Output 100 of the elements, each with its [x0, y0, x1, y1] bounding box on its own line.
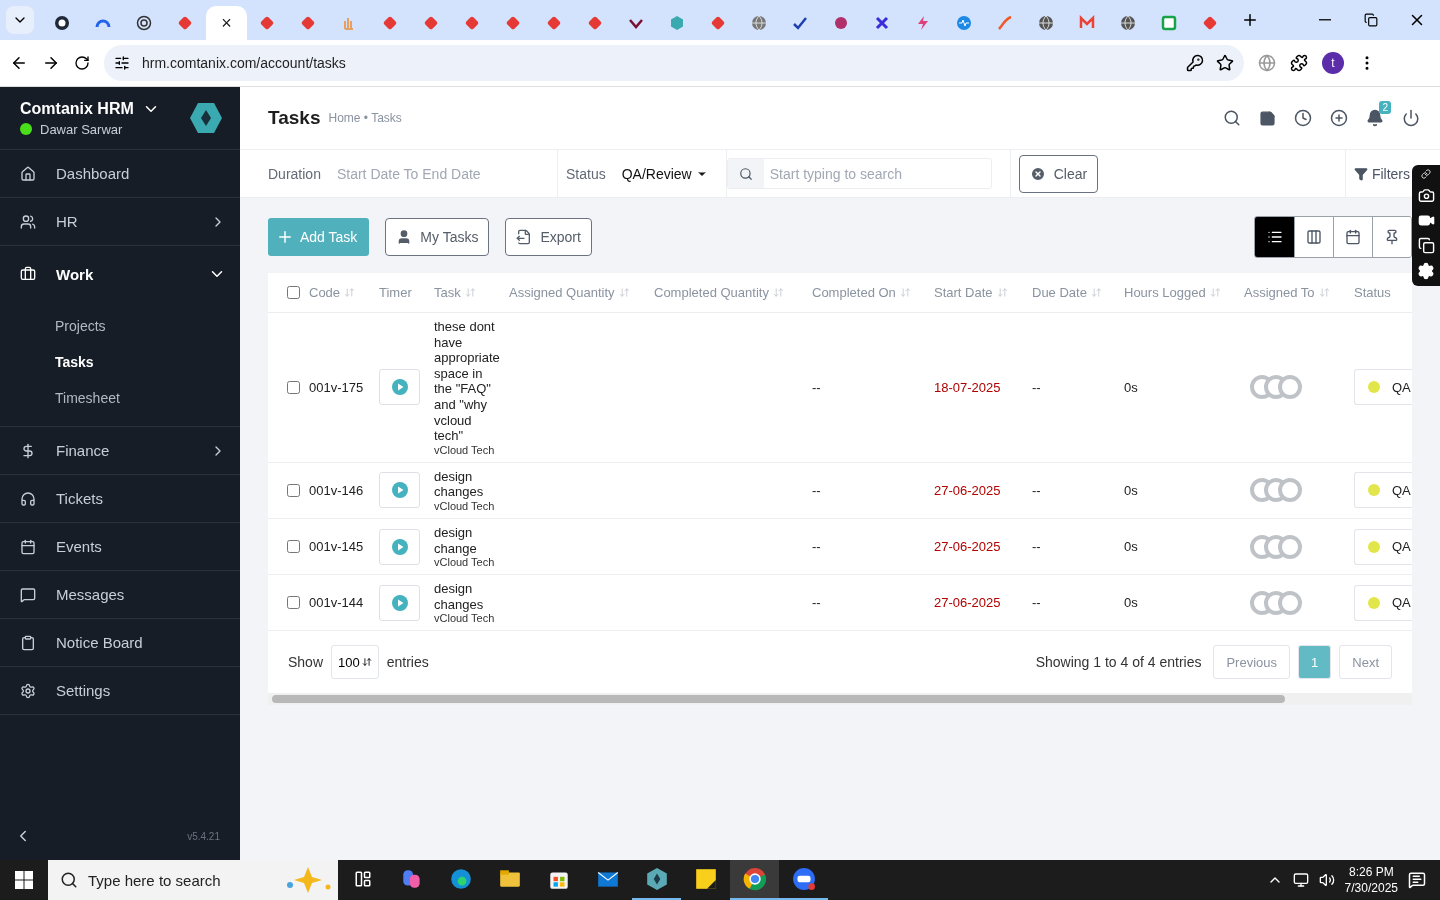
task-name[interactable]: these dont have appropriate space in the "FAQ" and "why vcloud tech"	[434, 319, 499, 444]
clock-icon[interactable]	[1294, 109, 1312, 127]
app-icon[interactable]	[742, 867, 767, 891]
start-timer-button[interactable]	[379, 528, 420, 565]
taskbar-clock[interactable]: 8:26 PM 7/30/2025	[1344, 864, 1398, 896]
my-tasks-button[interactable]: My Tasks	[385, 218, 490, 256]
play-icon	[391, 538, 408, 555]
extensions-icon[interactable]	[1290, 54, 1308, 72]
home-icon	[20, 165, 36, 182]
site-info-icon[interactable]	[114, 55, 130, 71]
taskbar-search-field[interactable]: Type here to search	[48, 860, 338, 900]
avatars-icon	[1250, 374, 1302, 401]
clear-icon	[1029, 165, 1046, 182]
status-select[interactable]: QA	[1354, 369, 1412, 406]
nav-subitem[interactable]: Timesheet	[0, 380, 240, 416]
search-icon	[60, 871, 78, 889]
row-checkbox[interactable]	[287, 483, 300, 497]
notification-badge: 2	[1379, 101, 1391, 114]
breadcrumb: Home • Tasks	[328, 111, 402, 125]
power-icon[interactable]	[1402, 109, 1420, 127]
avatars-icon	[1250, 477, 1302, 504]
status-select[interactable]: QA	[1354, 584, 1412, 621]
bell-icon[interactable]	[1366, 109, 1384, 127]
duration-label: Duration	[268, 165, 321, 182]
window-icon[interactable]	[1417, 237, 1435, 254]
settings-icon[interactable]	[1417, 262, 1435, 280]
back-icon[interactable]	[10, 54, 28, 72]
forward-icon[interactable]	[42, 54, 60, 72]
add-icon[interactable]	[1330, 109, 1348, 127]
row-checkbox[interactable]	[287, 596, 300, 610]
start-date-cell: 27-06-2025	[934, 539, 1001, 555]
entries-label: entries	[386, 654, 429, 671]
app-icon[interactable]	[791, 867, 816, 891]
reload-icon[interactable]	[74, 55, 90, 71]
status-select[interactable]: QA	[1354, 528, 1412, 565]
app-icon[interactable]	[644, 867, 669, 891]
status-select[interactable]: QA	[1354, 472, 1412, 509]
columns-icon	[1306, 229, 1322, 245]
pin-icon	[1384, 229, 1400, 245]
calendar-icon	[20, 538, 36, 555]
globe-icon[interactable]	[1258, 54, 1276, 72]
start-timer-button[interactable]	[379, 369, 420, 406]
task-name[interactable]: design change	[434, 524, 499, 557]
dollar-icon	[20, 442, 36, 459]
play-icon	[391, 594, 408, 611]
select-all-checkbox[interactable]	[287, 286, 300, 299]
start-timer-button[interactable]	[379, 472, 420, 509]
clipboard-icon	[20, 634, 36, 651]
row-checkbox[interactable]	[287, 540, 300, 554]
calendar-icon	[1345, 229, 1361, 245]
user-name: Dawar Sarwar	[40, 121, 123, 137]
link-icon[interactable]	[1421, 169, 1431, 179]
avatars-icon	[1250, 589, 1302, 616]
sticky-note-icon[interactable]	[1259, 109, 1276, 127]
browser-tab[interactable]: ×	[206, 6, 247, 40]
export-button[interactable]: Export	[505, 218, 592, 256]
camera-icon[interactable]	[1417, 187, 1435, 204]
horizontal-scrollbar[interactable]	[268, 693, 1412, 706]
filters-button[interactable]: Filters	[1344, 150, 1410, 197]
search-icon[interactable]	[1223, 109, 1241, 127]
pin-view-button[interactable]	[1372, 217, 1411, 257]
tab-search-button[interactable]	[6, 6, 34, 34]
task-code: 001v-145	[309, 539, 364, 555]
due-date-cell: --	[1032, 595, 1041, 611]
avatars-icon	[1250, 533, 1302, 560]
start-timer-button[interactable]	[379, 584, 420, 621]
calendar-view-button[interactable]	[1333, 217, 1372, 257]
completed-on-cell: --	[812, 595, 821, 611]
app-icon[interactable]	[693, 867, 718, 891]
network-icon[interactable]	[1292, 872, 1309, 888]
version-text: v5.4.21	[187, 830, 220, 842]
task-name[interactable]: design changes	[434, 581, 499, 613]
nav-subitem[interactable]: Projects	[0, 308, 240, 344]
nav-subitem[interactable]: Tasks	[0, 344, 240, 380]
volume-icon[interactable]	[1318, 872, 1335, 888]
notifications-icon[interactable]	[1408, 871, 1426, 889]
entries-info: Showing 1 to 4 of 4 entries	[1035, 654, 1202, 671]
list-view-button[interactable]	[1255, 217, 1294, 257]
hexagon-logo-icon	[190, 103, 222, 133]
hours-logged-cell: 0s	[1124, 539, 1138, 555]
bookmark-star-icon[interactable]	[1216, 54, 1234, 72]
status-dropdown[interactable]: QA/Review	[621, 165, 708, 182]
nav-item[interactable]: Work	[0, 246, 240, 302]
hours-logged-cell: 0s	[1124, 379, 1138, 395]
completed-on-cell: --	[812, 539, 821, 555]
columns-view-button[interactable]	[1294, 217, 1333, 257]
app-icon[interactable]	[448, 867, 473, 891]
clear-button[interactable]: Clear	[1018, 154, 1099, 193]
play-icon	[391, 482, 408, 499]
key-icon[interactable]	[1186, 54, 1204, 72]
close-tab-icon[interactable]: ×	[221, 12, 232, 34]
task-name[interactable]: design changes	[434, 468, 499, 500]
task-code: 001v-146	[309, 482, 364, 498]
project-name: vCloud Tech	[434, 556, 496, 569]
project-name: vCloud Tech	[434, 612, 496, 625]
page-size-select[interactable]: 100	[331, 645, 379, 680]
profile-avatar[interactable]: t	[1322, 52, 1344, 74]
restore-icon	[1364, 13, 1378, 27]
row-checkbox[interactable]	[287, 380, 300, 394]
brand-name[interactable]: Comtanix HRM	[20, 99, 134, 118]
